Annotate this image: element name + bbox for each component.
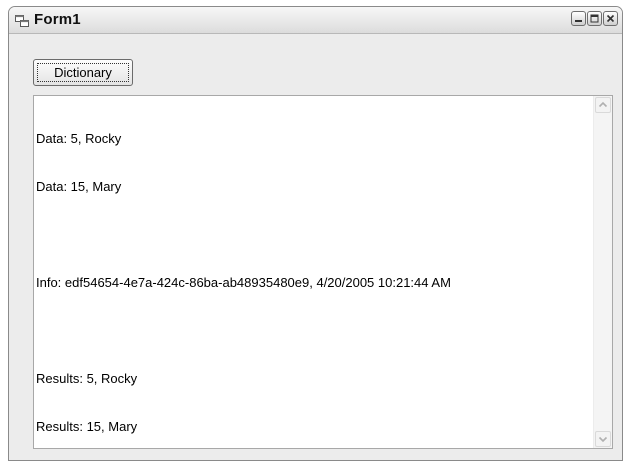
vertical-scrollbar[interactable] <box>593 96 612 448</box>
title-bar[interactable]: Form1 <box>9 7 622 34</box>
scroll-down-arrow-icon[interactable] <box>595 431 611 447</box>
maximize-icon[interactable] <box>587 11 602 26</box>
output-line: Data: 15, Mary <box>36 179 122 194</box>
form-window: Form1 Dictionary Data: 5, Rocky Data: 15… <box>8 6 623 461</box>
close-icon[interactable] <box>603 11 618 26</box>
output-textbox[interactable]: Data: 5, Rocky Data: 15, Mary Info: edf5… <box>33 95 613 449</box>
output-line: Info: edf54654-4e7a-424c-86ba-ab48935480… <box>36 275 451 290</box>
window-title: Form1 <box>34 11 81 28</box>
form-window-icon[interactable] <box>15 14 29 27</box>
scroll-up-arrow-icon[interactable] <box>595 97 611 113</box>
output-line: Results: 15, Mary <box>36 419 138 434</box>
output-line: Data: 5, Rocky <box>36 131 122 146</box>
dictionary-button-label: Dictionary <box>54 65 112 80</box>
minimize-icon[interactable] <box>571 11 586 26</box>
output-line: Results: 5, Rocky <box>36 371 138 386</box>
dictionary-button[interactable]: Dictionary <box>33 59 133 86</box>
output-text: Data: 5, Rocky Data: 15, Mary Info: edf5… <box>36 99 588 448</box>
